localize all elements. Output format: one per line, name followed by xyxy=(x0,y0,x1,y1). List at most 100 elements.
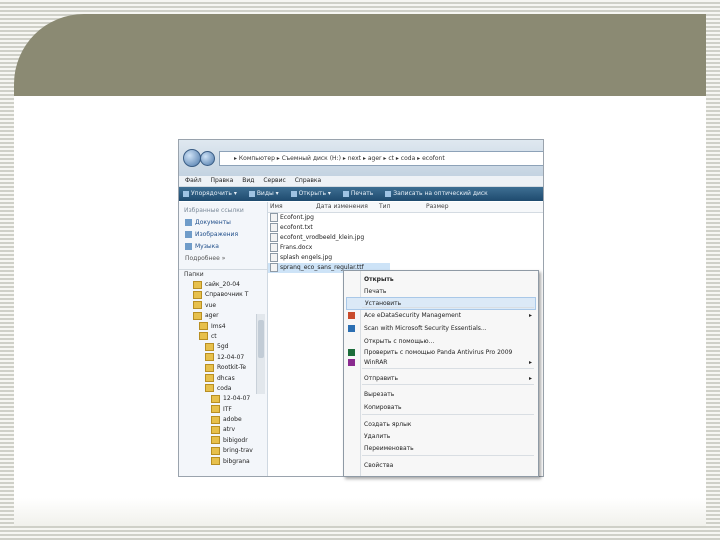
context-menu-item-label: Копировать xyxy=(364,404,402,411)
views-button[interactable]: Виды ▾ xyxy=(248,190,279,197)
scrollbar-thumb[interactable] xyxy=(258,320,264,358)
winrar-icon xyxy=(348,359,355,366)
print-button[interactable]: Печать xyxy=(342,190,374,197)
context-menu-item[interactable]: Открыть xyxy=(344,274,538,285)
menu-separator xyxy=(362,307,534,308)
folders-header[interactable]: Папки xyxy=(179,269,267,280)
open-button[interactable]: Открыть ▾ xyxy=(290,190,331,197)
folder-label: Ims4 xyxy=(211,322,226,330)
folder-tree-item[interactable]: Rootkit-Te xyxy=(179,363,267,373)
folder-label: 12-04-07 xyxy=(223,395,251,403)
folder-tree-item[interactable]: bring-trav xyxy=(179,446,267,456)
folder-tree-item[interactable]: ct xyxy=(179,332,267,342)
nav-link-pictures[interactable]: Изображения xyxy=(179,229,267,241)
folder-tree-item[interactable]: bibgrana xyxy=(179,457,267,467)
ace-icon xyxy=(348,312,355,319)
folder-tree-item[interactable]: Справочник Т xyxy=(179,290,267,300)
pictures-icon xyxy=(185,231,192,238)
context-menu-item[interactable]: Копировать xyxy=(344,402,538,413)
context-menu-item[interactable]: Свойства xyxy=(344,460,538,471)
forward-button[interactable] xyxy=(200,151,215,166)
folder-tree-item[interactable]: coda xyxy=(179,384,267,394)
disc-icon xyxy=(385,190,392,197)
folder-tree-item[interactable]: сайк_20-04 xyxy=(179,280,267,290)
folder-icon xyxy=(205,342,214,351)
menu-separator xyxy=(362,384,534,385)
file-row[interactable]: ecofont.txt xyxy=(268,223,543,233)
column-date[interactable]: Дата изменения xyxy=(316,202,368,212)
folder-tree-item[interactable]: adobe xyxy=(179,415,267,425)
folder-label: ager xyxy=(205,312,219,320)
context-menu-item[interactable]: Вырезать xyxy=(344,389,538,400)
folder-icon xyxy=(199,332,208,341)
panda-icon xyxy=(348,349,355,356)
context-menu-item-label: Свойства xyxy=(364,462,394,469)
menu-help[interactable]: Справка xyxy=(295,177,321,184)
context-menu-item-label: Отправить xyxy=(364,375,399,382)
context-menu-item[interactable]: Переименовать xyxy=(344,443,538,454)
folder-tree-item[interactable]: Ims4 xyxy=(179,322,267,332)
folder-label: bibgrana xyxy=(223,457,250,465)
menu-view[interactable]: Вид xyxy=(242,177,254,184)
file-name: ecofont.txt xyxy=(280,224,313,231)
column-size[interactable]: Размер xyxy=(426,202,449,212)
context-menu-item[interactable]: Scan with Microsoft Security Essentials.… xyxy=(344,323,538,334)
file-icon xyxy=(270,233,278,242)
file-icon xyxy=(270,223,278,232)
folder-tree-item[interactable]: bibigodr xyxy=(179,436,267,446)
context-menu-item[interactable]: WinRAR ▸ xyxy=(344,357,538,368)
context-menu-item[interactable]: Удалить xyxy=(344,431,538,442)
file-icon xyxy=(270,253,278,262)
context-menu-item-label: Создать ярлык xyxy=(364,421,412,428)
folder-tree-item[interactable]: atrv xyxy=(179,425,267,435)
nav-link-label: Музыка xyxy=(195,243,219,250)
context-menu-item[interactable]: Печать xyxy=(344,286,538,297)
folder-icon xyxy=(205,384,214,393)
context-menu-item[interactable]: Отправить ▸ xyxy=(344,373,538,384)
open-label: Открыть ▾ xyxy=(298,190,331,197)
file-row[interactable]: splash engels.jpg xyxy=(268,253,543,263)
context-menu-item[interactable]: Создать ярлык xyxy=(344,419,538,430)
context-menu-item-label: Проверить с помощью Panda Antivirus Pro … xyxy=(364,349,513,356)
folder-tree-item[interactable]: 12-04-07 xyxy=(179,394,267,404)
folder-label: ITF xyxy=(223,405,232,413)
folder-icon xyxy=(205,363,214,372)
tree-scrollbar[interactable] xyxy=(256,314,265,394)
folder-label: adobe xyxy=(223,416,242,424)
nav-link-documents[interactable]: Документы xyxy=(179,217,267,229)
views-label: Виды ▾ xyxy=(256,190,279,197)
folder-icon xyxy=(211,446,220,455)
column-name[interactable]: Имя xyxy=(270,202,283,212)
back-button[interactable] xyxy=(183,149,201,167)
menu-file[interactable]: Файл xyxy=(185,177,202,184)
context-menu-item[interactable]: Открыть с помощью... xyxy=(344,336,538,347)
burn-button[interactable]: Записать на оптический диск xyxy=(385,190,488,197)
address-field[interactable]: ▸ Компьютер ▸ Съемный диск (H:) ▸ next ▸… xyxy=(219,151,543,166)
folder-label: 12-04-07 xyxy=(217,353,245,361)
context-menu-item[interactable]: Установить xyxy=(346,297,536,310)
context-menu-item-label: Переименовать xyxy=(364,445,414,452)
folder-tree-item[interactable]: dhcas xyxy=(179,374,267,384)
print-label: Печать xyxy=(350,190,374,197)
context-menu-item-label: Scan with Microsoft Security Essentials.… xyxy=(364,325,487,332)
folder-icon xyxy=(211,425,220,434)
nav-link-music[interactable]: Музыка xyxy=(179,241,267,253)
folder-tree-item[interactable]: ITF xyxy=(179,405,267,415)
file-row[interactable]: Frans.docx xyxy=(268,243,543,253)
column-type[interactable]: Тип xyxy=(379,202,391,212)
folder-icon xyxy=(211,415,220,424)
file-row[interactable]: Ecofont.jpg xyxy=(268,213,543,223)
context-menu: Открыть Печать Установить Ace eDataSecurity… xyxy=(343,270,539,477)
organize-button[interactable]: Упорядочить ▾ xyxy=(183,190,237,197)
file-row[interactable]: ecofont_vrodbeeld_klein.jpg xyxy=(268,233,543,243)
folder-tree-item[interactable]: 5gd xyxy=(179,342,267,352)
folder-tree-item[interactable]: 12-04-07 xyxy=(179,353,267,363)
menu-tools[interactable]: Сервис xyxy=(263,177,285,184)
folder-tree-item[interactable]: ager xyxy=(179,311,267,321)
folder-label: vue xyxy=(205,301,217,309)
folder-tree-item[interactable]: vue xyxy=(179,301,267,311)
menu-edit[interactable]: Правка xyxy=(211,177,234,184)
more-link[interactable]: Подробнее » xyxy=(179,253,267,265)
context-menu-item-label: Открыть xyxy=(364,276,394,283)
context-menu-item[interactable]: Ace eDataSecurity Management ▸ xyxy=(344,310,538,321)
